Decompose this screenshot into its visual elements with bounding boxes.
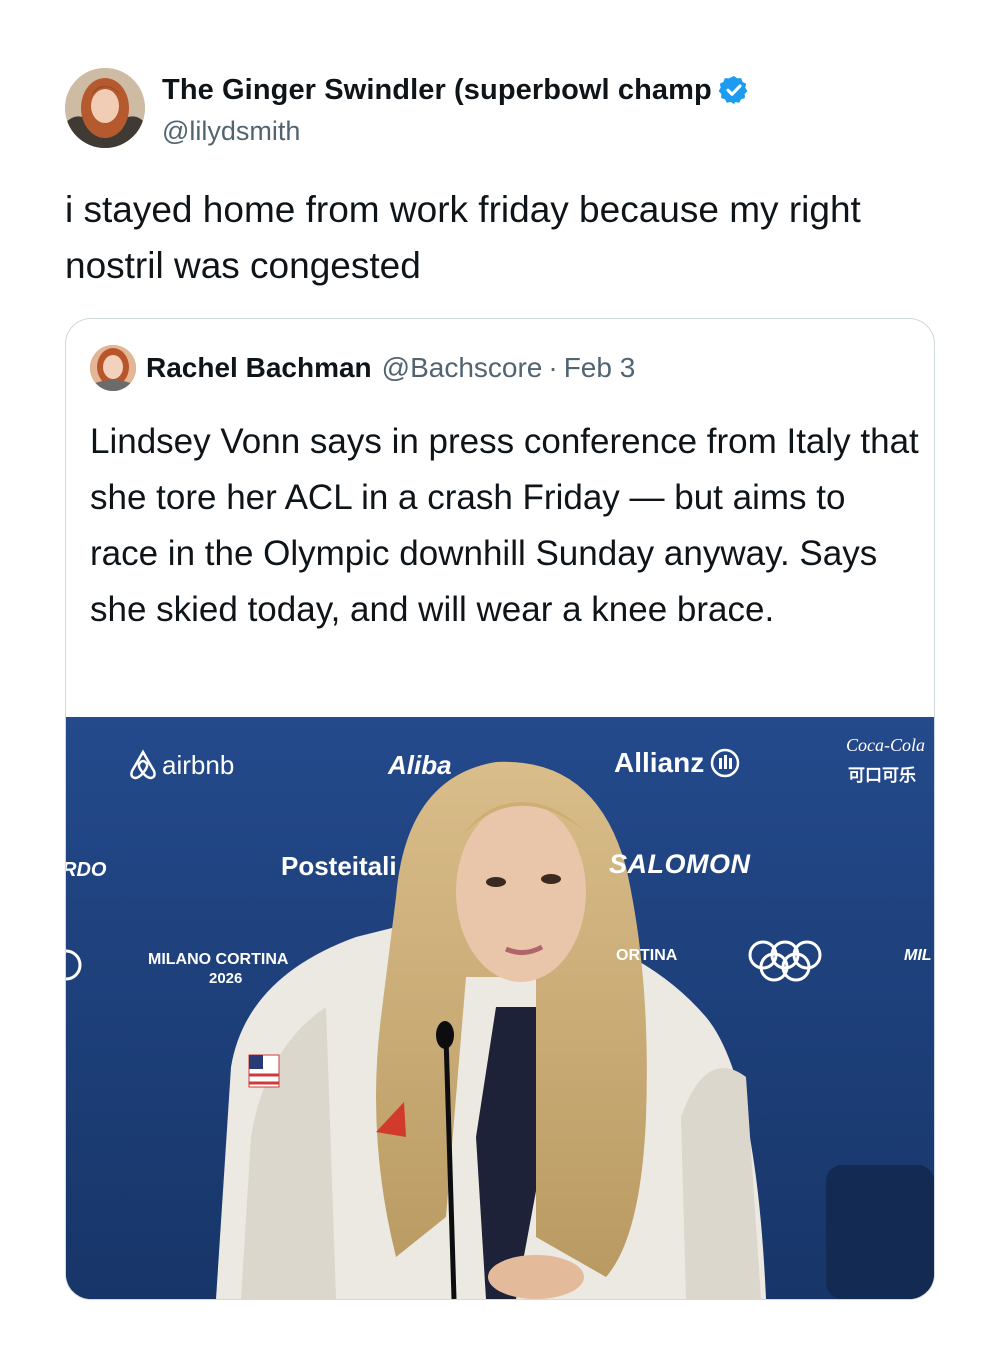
author-handle[interactable]: @lilydsmith [162,116,802,147]
quoted-tweet-text: Lindsey Vonn says in press conference fr… [90,422,919,629]
quoted-date[interactable]: Feb 3 [564,352,636,384]
milano-cortina-logo: MILANO CORTINA [148,951,289,968]
press-conference-photo [66,717,934,1299]
milano-cortina-year: 2026 [209,970,243,987]
salomon-logo: SALOMON [609,849,751,879]
alibaba-logo: Aliba [388,750,452,780]
tweet-text: i stayed home from work friday because m… [65,189,861,286]
mil-logo-partial: MIL [904,947,932,964]
airbnb-text: airbnb [162,749,235,780]
author-name-row: The Ginger Swindler (superbowl champ [162,68,802,112]
author-avatar[interactable] [65,68,145,148]
allianz-logo: Allianz [614,747,740,779]
author-display-name[interactable]: The Ginger Swindler (superbowl champ [162,74,712,107]
author-block: The Ginger Swindler (superbowl champ @li… [162,68,802,147]
allianz-icon [710,748,740,778]
cocacola-chinese-logo: 可口可乐 [848,766,916,786]
quoted-tweet-header: Rachel Bachman @Bachscore · Feb 3 [90,343,635,393]
ardo-logo-partial: RDO [66,859,107,881]
cortina-logo-partial: ORTINA [616,947,678,964]
airbnb-icon [130,749,156,780]
allianz-text: Allianz [614,747,705,778]
quoted-media-photo[interactable]: airbnb Aliba Allianz Coca-Cola 可口可乐 RDO … [66,717,934,1299]
quoted-author-handle[interactable]: @Bachscore [382,352,543,384]
quoted-separator: · [548,352,558,383]
quoted-author-avatar[interactable] [90,345,136,391]
quoted-tweet[interactable]: Rachel Bachman @Bachscore · Feb 3 Lindse… [65,318,935,1300]
posteitaliane-logo: Posteitali [281,851,397,881]
cocacola-logo: Coca-Cola [846,735,925,755]
quoted-author-name[interactable]: Rachel Bachman [146,352,372,384]
verified-badge-icon [718,76,748,104]
airbnb-logo: airbnb [128,749,234,781]
tweet-card: The Ginger Swindler (superbowl champ @li… [0,0,1000,1366]
